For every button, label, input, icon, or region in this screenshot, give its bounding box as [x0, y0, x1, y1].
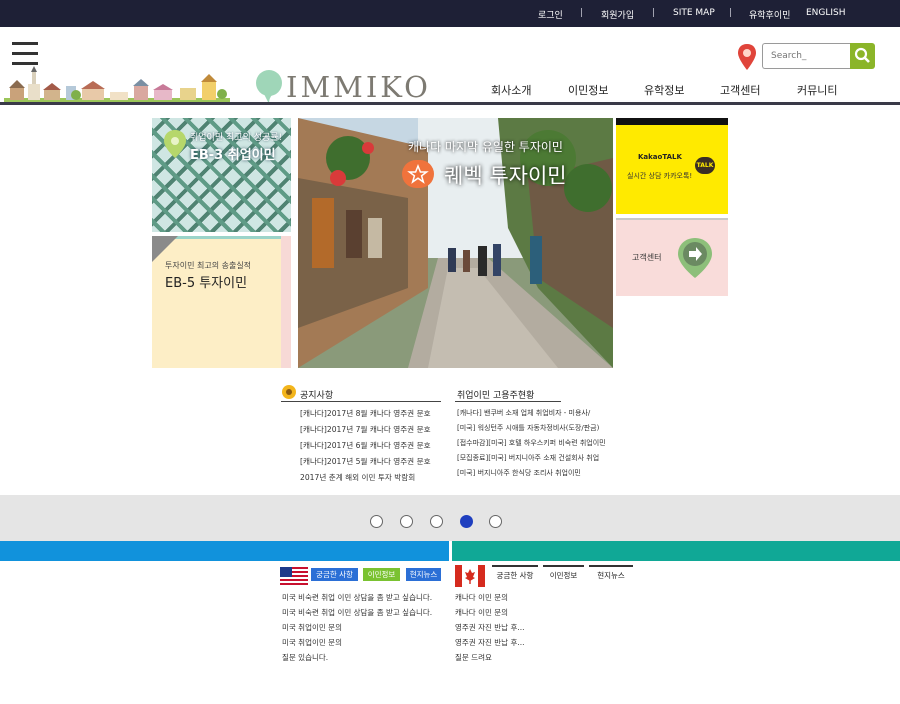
search-icon [854, 47, 870, 63]
search-button[interactable] [850, 43, 875, 69]
kakaotalk-text: 실시간 상담 카카오톡! [627, 172, 693, 180]
logo-text: IMMIKO [286, 70, 431, 104]
usa-list-item[interactable]: 미국 취업이민 문의 [282, 637, 342, 648]
menu-icon[interactable] [12, 42, 38, 65]
eb3-subtitle: 취업이민 최고의 성공률! [190, 133, 283, 143]
quebec-hero-banner[interactable]: 캐나다 마지막 유일한 투자이민 퀘벡 투자이민 [298, 118, 613, 368]
separator: | [652, 8, 656, 18]
corner-fold [152, 236, 178, 262]
usa-tab-local-news[interactable]: 현지뉴스 [406, 568, 441, 581]
employment-item[interactable]: [모집종료][미국] 버지니아주 소재 건설회사 취업 [457, 453, 599, 463]
employment-divider [455, 401, 561, 402]
notice-item[interactable]: [캐나다]2017년 5월 캐나다 영주권 문호 [300, 456, 431, 467]
notice-item[interactable]: 2017년 춘계 해외 이민 투자 박람회 [300, 472, 415, 483]
tile-side-stripe [281, 236, 291, 368]
notice-item[interactable]: [캐나다]2017년 6월 캐나다 영주권 문호 [300, 440, 431, 451]
separator: | [580, 8, 584, 18]
immiko-logo[interactable]: IMMIKO [252, 66, 442, 106]
eb3-title: EB-3 취업이민 [190, 148, 276, 163]
notice-item[interactable]: [캐나다]2017년 7월 캐나다 영주권 문호 [300, 424, 431, 435]
slider-dot-5[interactable] [489, 515, 502, 528]
usa-tab-questions[interactable]: 궁금한 사항 [311, 568, 358, 581]
separator: | [729, 8, 733, 18]
customer-center-tile[interactable]: 고객센터 [616, 218, 728, 296]
nav-customer-center[interactable]: 고객센터 [720, 82, 760, 98]
canada-section-bar [452, 541, 900, 561]
nav-immigration-info[interactable]: 이민정보 [568, 82, 608, 98]
canada-list-item[interactable]: 캐나다 이민 문의 [455, 607, 508, 618]
sunflower-icon [282, 385, 296, 399]
canada-list-item[interactable]: 질문 드려요 [455, 652, 492, 663]
after-study-immigration-link[interactable]: 유학후이민 [749, 8, 790, 21]
leaf-pin-icon [164, 130, 186, 158]
usa-list-item[interactable]: 미국 비숙련 취업 이민 상담을 좀 받고 싶습니다. [282, 592, 432, 603]
slider-dot-1[interactable] [370, 515, 383, 528]
nav-community[interactable]: 커뮤니티 [797, 82, 837, 98]
hero-title: 퀘벡 투자이민 [444, 164, 567, 188]
street-photo [298, 118, 613, 368]
kakaotalk-consult-tile[interactable]: KakaoTALK 실시간 상담 카카오톡! TALK [616, 118, 728, 214]
usa-list-item[interactable]: 질문 있습니다. [282, 652, 328, 663]
canada-list-item[interactable]: 영주권 자진 반납 후... [455, 622, 525, 633]
search-input[interactable] [762, 43, 852, 69]
slider-dot-3[interactable] [430, 515, 443, 528]
usa-section-bar [0, 541, 449, 561]
customer-center-label: 고객센터 [632, 253, 662, 262]
canada-list-item[interactable]: 영주권 자진 반납 후... [455, 637, 525, 648]
employment-item[interactable]: [캐나다] 밴쿠버 소재 업체 취업비자 - 미용사/ [457, 408, 590, 418]
header-divider [0, 102, 900, 105]
sitemap-link[interactable]: SITE MAP [673, 8, 715, 18]
talk-bubble-icon: TALK [695, 157, 715, 174]
employment-item[interactable]: [접수마감][미국] 호텔 하우스키퍼 비숙련 취업이민 [457, 438, 606, 448]
usa-list-item[interactable]: 미국 취업이민 문의 [282, 622, 342, 633]
canada-tab-immigration-info[interactable]: 이민정보 [543, 565, 584, 582]
notices-title[interactable]: 공지사항 [300, 388, 333, 401]
hero-subtitle: 캐나다 마지막 유일한 투자이민 [408, 140, 563, 154]
employment-title[interactable]: 취업이민 고용주현황 [457, 388, 534, 401]
canada-tab-local-news[interactable]: 현지뉴스 [589, 565, 633, 582]
english-link[interactable]: ENGLISH [806, 8, 846, 18]
canada-tab-questions[interactable]: 궁금한 사항 [492, 565, 538, 582]
eb3-promo-tile[interactable]: 취업이민 최고의 성공률! EB-3 취업이민 [152, 118, 291, 232]
nav-company[interactable]: 회사소개 [491, 82, 531, 98]
star-badge [402, 160, 434, 188]
employment-item[interactable]: [미국] 워싱턴주 시애틀 자동차정비사(도장/판금) [457, 423, 599, 433]
slider-band [0, 495, 900, 541]
employment-item[interactable]: [미국] 버지니아주 한식당 조리사 취업이민 [457, 468, 581, 478]
nav-study-info[interactable]: 유학정보 [644, 82, 684, 98]
notice-item[interactable]: [캐나다]2017년 8월 캐나다 영주권 문호 [300, 408, 431, 419]
top-utility-bar: 로그인 | 회원가입 | SITE MAP | 유학후이민 ENGLISH [0, 0, 900, 27]
usa-tab-immigration-info[interactable]: 이민정보 [363, 568, 400, 581]
town-skyline-illustration [4, 66, 230, 104]
login-link[interactable]: 로그인 [538, 8, 563, 21]
signup-link[interactable]: 회원가입 [601, 8, 634, 21]
canada-flag-icon [455, 565, 485, 587]
usa-flag-icon [280, 567, 308, 585]
eb5-promo-tile[interactable]: 투자이민 최고의 송출실적 EB-5 투자이민 [152, 236, 291, 368]
eb5-title: EB-5 투자이민 [165, 276, 248, 291]
canada-list-item[interactable]: 캐나다 이민 문의 [455, 592, 508, 603]
location-pin-icon [738, 44, 756, 70]
arrow-right-pin-icon [678, 238, 712, 278]
slider-dot-2[interactable] [400, 515, 413, 528]
notices-divider [281, 401, 441, 402]
eb5-subtitle: 투자이민 최고의 송출실적 [165, 261, 252, 270]
logo-drop-icon [256, 70, 282, 104]
usa-list-item[interactable]: 미국 비숙련 취업 이민 상담을 좀 받고 싶습니다. [282, 607, 432, 618]
slider-dot-4[interactable] [460, 515, 473, 528]
kakaotalk-brand: KakaoTALK [638, 153, 682, 161]
star-icon [407, 163, 429, 184]
